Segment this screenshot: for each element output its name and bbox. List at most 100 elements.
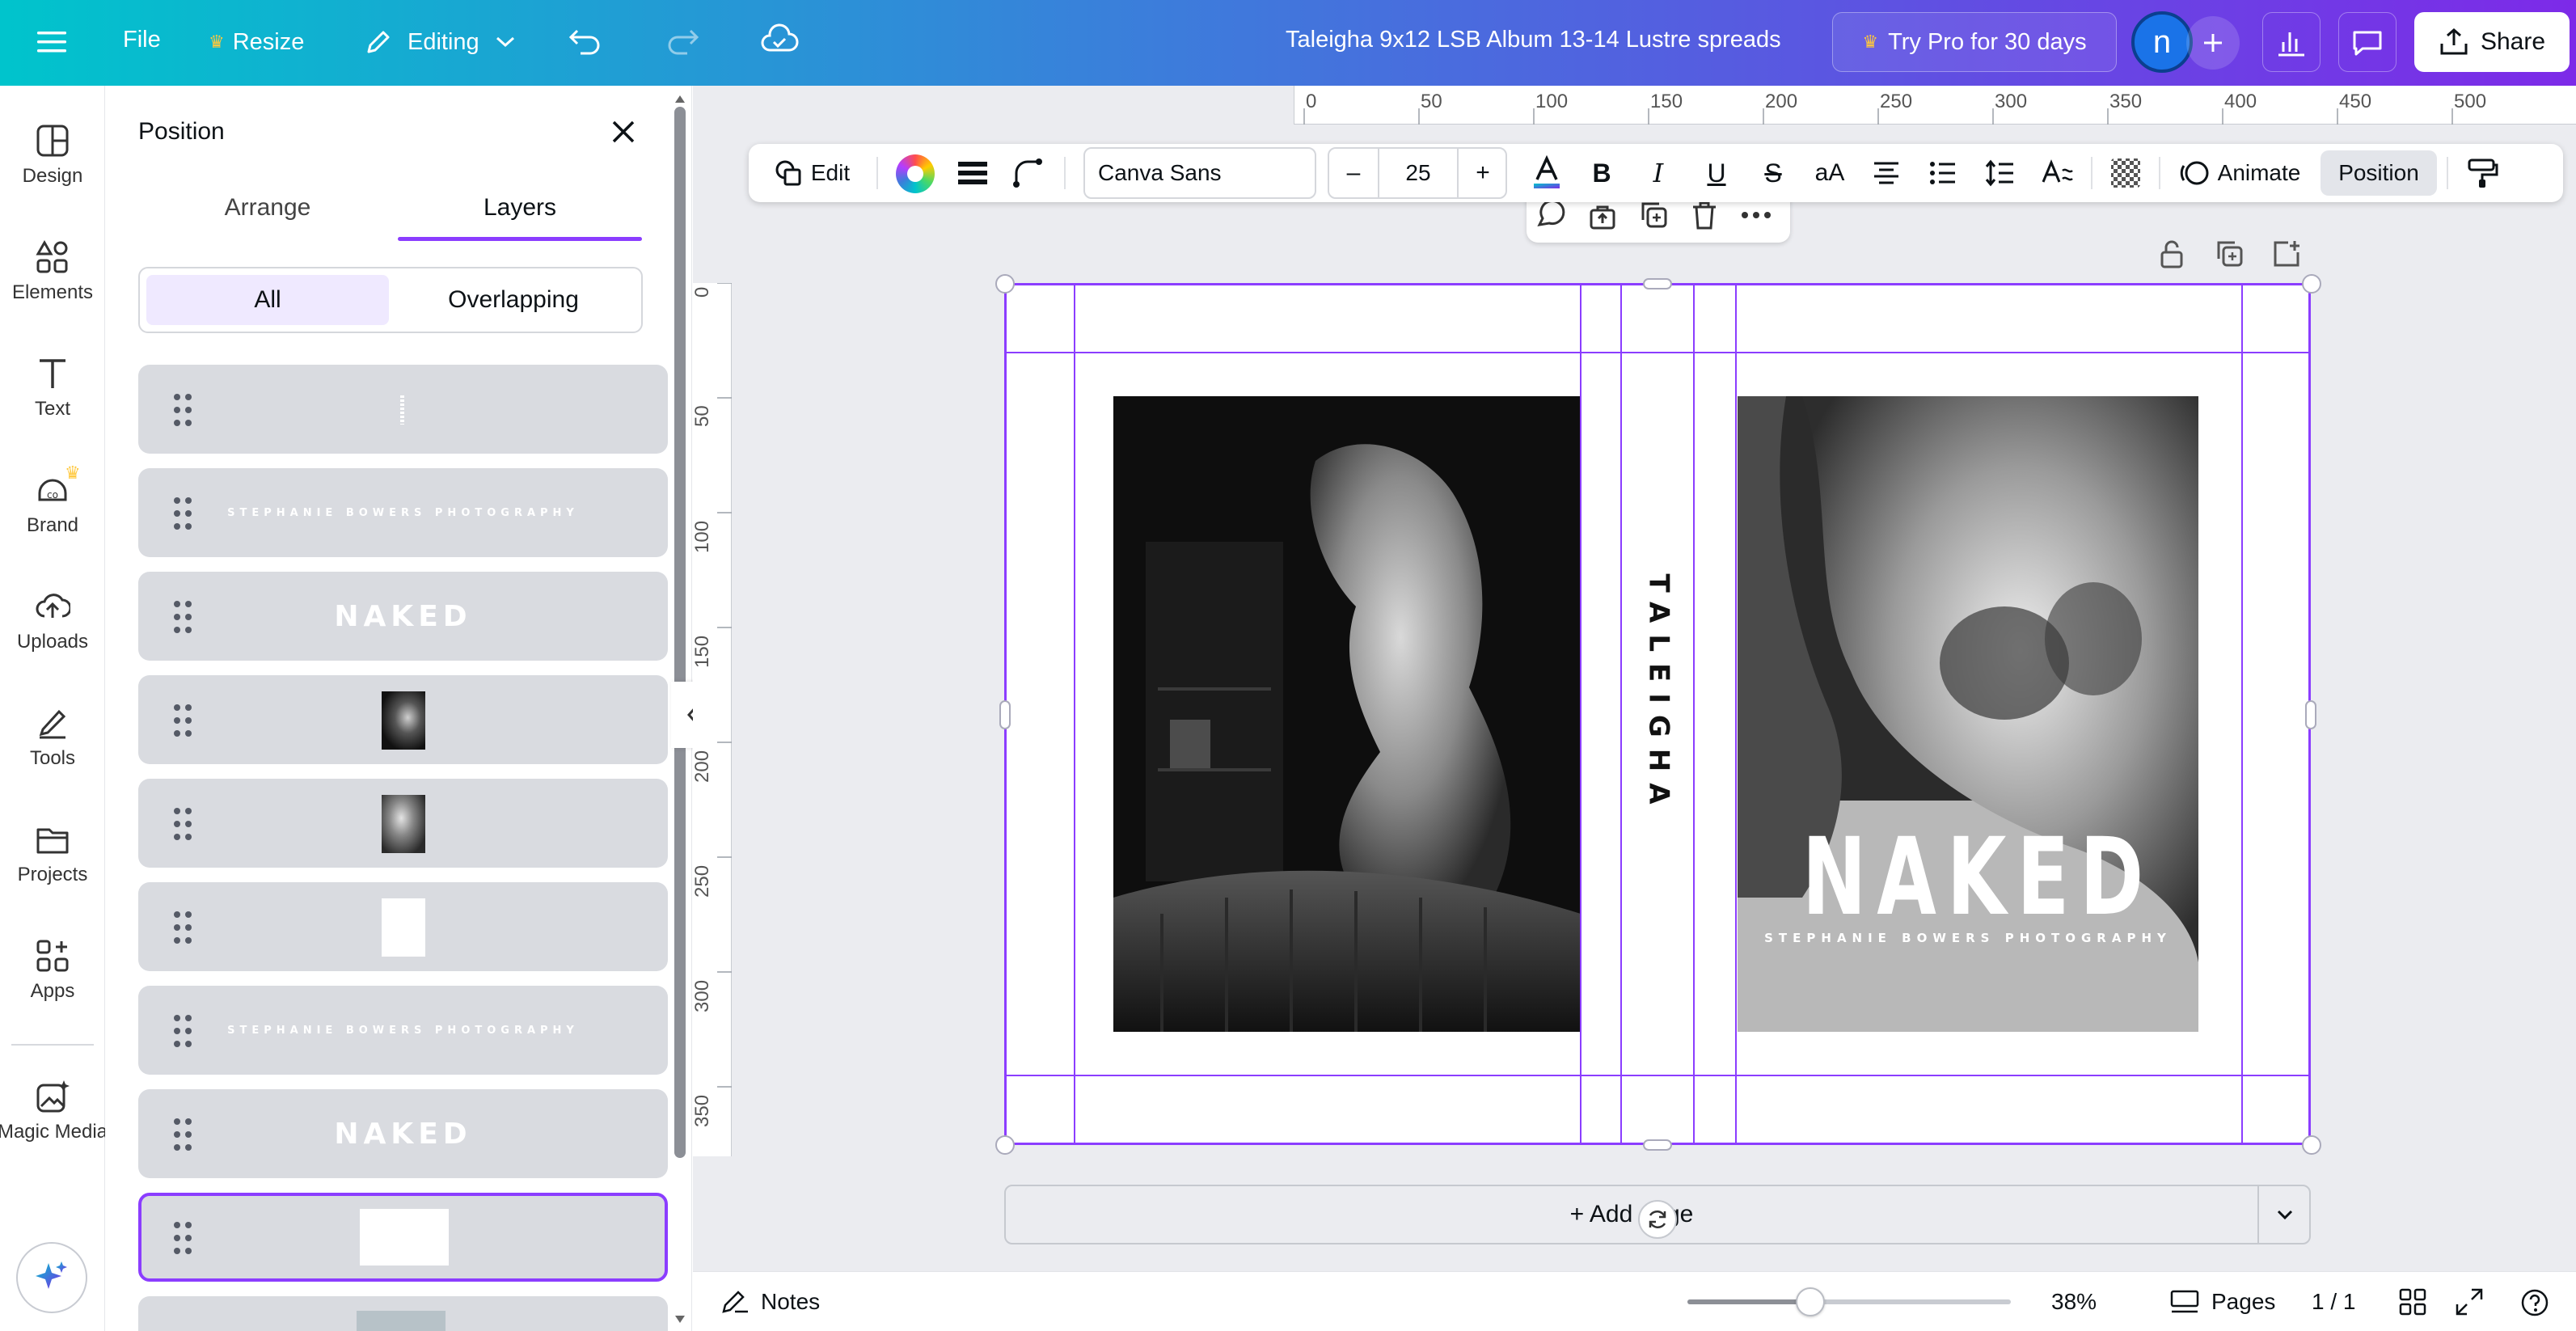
corner-rounding-icon[interactable]	[1006, 144, 1049, 202]
scroll-up-arrow[interactable]	[674, 94, 685, 104]
redo-icon[interactable]	[663, 23, 702, 58]
resize-handle[interactable]	[995, 274, 1015, 294]
resize-button[interactable]: ♛ Resize	[209, 24, 304, 60]
bleed-guide	[1004, 352, 2311, 353]
resize-handle[interactable]	[2302, 274, 2321, 294]
avatar[interactable]: n	[2131, 11, 2193, 73]
line-weight-icon[interactable]	[951, 144, 995, 202]
file-menu[interactable]: File	[123, 27, 161, 53]
drag-handle-icon[interactable]	[174, 911, 198, 944]
underline-icon[interactable]: U	[1696, 144, 1737, 202]
cloud-saved-icon[interactable]	[760, 23, 799, 58]
document-title[interactable]: Taleigha 9x12 LSB Album 13-14 Lustre spr…	[1286, 27, 1781, 53]
rotate-handle[interactable]	[1638, 1200, 1677, 1239]
add-page-dropdown[interactable]	[2259, 1186, 2311, 1243]
resize-handle[interactable]	[1643, 278, 1672, 289]
pages-button[interactable]: Pages	[2169, 1272, 2275, 1331]
layer-row[interactable]	[138, 1296, 668, 1331]
menu-icon[interactable]	[32, 23, 71, 61]
tab-layers[interactable]: Layers	[398, 194, 642, 222]
undo-icon[interactable]	[566, 23, 605, 58]
rail-magic-media[interactable]: Magic Media	[0, 1079, 108, 1143]
comment-add-icon[interactable]	[1535, 199, 1570, 231]
rail-elements[interactable]: Elements	[0, 239, 105, 304]
drag-handle-icon[interactable]	[174, 394, 198, 426]
font-size-decrease[interactable]: –	[1329, 149, 1378, 197]
insights-button[interactable]	[2262, 12, 2321, 72]
scroll-down-arrow[interactable]	[674, 1315, 686, 1325]
zoom-level[interactable]: 38%	[2051, 1272, 2097, 1331]
animate-button[interactable]: Animate	[2168, 144, 2311, 202]
align-center-icon[interactable]	[1866, 144, 1907, 202]
magic-assistant-button[interactable]	[16, 1242, 87, 1313]
resize-handle[interactable]	[995, 1135, 1015, 1155]
layer-row[interactable]: NAKED	[138, 572, 668, 661]
share-button[interactable]: Share	[2414, 12, 2570, 72]
rail-apps[interactable]: Apps	[0, 938, 105, 1003]
strikethrough-icon[interactable]: S	[1753, 144, 1793, 202]
close-icon[interactable]	[605, 113, 642, 150]
color-picker-icon[interactable]	[896, 154, 935, 193]
italic-icon[interactable]: I	[1638, 144, 1679, 202]
spacing-icon[interactable]	[1979, 144, 2020, 202]
editing-mode-button[interactable]: Editing	[364, 21, 515, 63]
text-color-icon[interactable]	[1525, 144, 1569, 202]
resize-handle[interactable]	[2302, 1135, 2321, 1155]
edit-button[interactable]: Edit	[763, 144, 860, 202]
font-size-input[interactable]: 25	[1378, 149, 1459, 197]
resize-handle[interactable]	[2305, 700, 2316, 729]
trash-icon[interactable]	[1688, 199, 1721, 231]
lock-icon[interactable]	[1586, 199, 1619, 231]
editing-label: Editing	[408, 28, 479, 55]
rail-design[interactable]: Design	[0, 123, 105, 188]
panel-scrollbar[interactable]	[674, 107, 686, 1158]
add-page-button[interactable]: + Add page	[1006, 1186, 2257, 1243]
layer-row-selected[interactable]	[138, 1193, 668, 1282]
filter-all[interactable]: All	[146, 275, 389, 325]
layer-row[interactable]	[138, 675, 668, 764]
tab-arrange[interactable]: Arrange	[138, 194, 397, 222]
letter-case-icon[interactable]: aA	[1808, 144, 1852, 202]
invite-button[interactable]	[2186, 16, 2240, 70]
lock-page-icon[interactable]	[2156, 238, 2188, 270]
bullet-list-icon[interactable]	[1923, 144, 1963, 202]
layer-row[interactable]	[138, 779, 668, 868]
help-icon[interactable]	[2520, 1288, 2549, 1317]
zoom-slider[interactable]	[1687, 1287, 2011, 1316]
resize-handle[interactable]	[999, 700, 1011, 729]
resize-handle[interactable]	[1643, 1139, 1672, 1151]
bold-icon[interactable]: B	[1581, 144, 1622, 202]
position-button[interactable]: Position	[2321, 150, 2437, 196]
duplicate-page-icon[interactable]	[2214, 238, 2246, 270]
zoom-slider-thumb[interactable]	[1796, 1287, 1825, 1316]
duplicate-icon[interactable]	[1638, 199, 1670, 231]
text-effects-icon[interactable]	[2036, 144, 2080, 202]
copy-style-icon[interactable]	[2460, 144, 2505, 202]
rail-tools[interactable]: Tools	[0, 705, 105, 770]
layer-row[interactable]	[138, 365, 668, 454]
drag-handle-icon[interactable]	[174, 1222, 198, 1254]
layer-row[interactable]: STEPHANIE BOWERS PHOTOGRAPHY	[138, 468, 668, 557]
drag-handle-icon[interactable]	[174, 808, 198, 840]
drag-handle-icon[interactable]	[174, 704, 198, 737]
font-family-select[interactable]: Canva Sans	[1083, 147, 1316, 199]
try-pro-button[interactable]: ♛ Try Pro for 30 days	[1832, 12, 2117, 72]
grid-view-icon[interactable]	[2399, 1288, 2426, 1316]
add-page-icon[interactable]	[2270, 238, 2303, 270]
rail-text[interactable]: Text	[0, 356, 105, 420]
more-options-icon[interactable]	[1738, 199, 1774, 231]
rail-divider	[11, 1044, 94, 1046]
rail-projects[interactable]: Projects	[0, 822, 105, 886]
rail-uploads[interactable]: Uploads	[0, 589, 105, 653]
fullscreen-icon[interactable]	[2456, 1288, 2483, 1316]
layer-row[interactable]: NAKED	[138, 1089, 668, 1178]
font-size-increase[interactable]: +	[1459, 149, 1507, 197]
layer-row[interactable]	[138, 882, 668, 971]
rail-brand[interactable]: co Brand ♛	[0, 463, 105, 537]
comments-button[interactable]	[2338, 12, 2397, 72]
filter-overlapping[interactable]: Overlapping	[392, 275, 635, 325]
layer-row[interactable]: STEPHANIE BOWERS PHOTOGRAPHY	[138, 986, 668, 1075]
crown-icon: ♛	[1862, 32, 1879, 52]
notes-button[interactable]: Notes	[720, 1272, 820, 1331]
transparency-icon[interactable]	[2104, 144, 2147, 202]
